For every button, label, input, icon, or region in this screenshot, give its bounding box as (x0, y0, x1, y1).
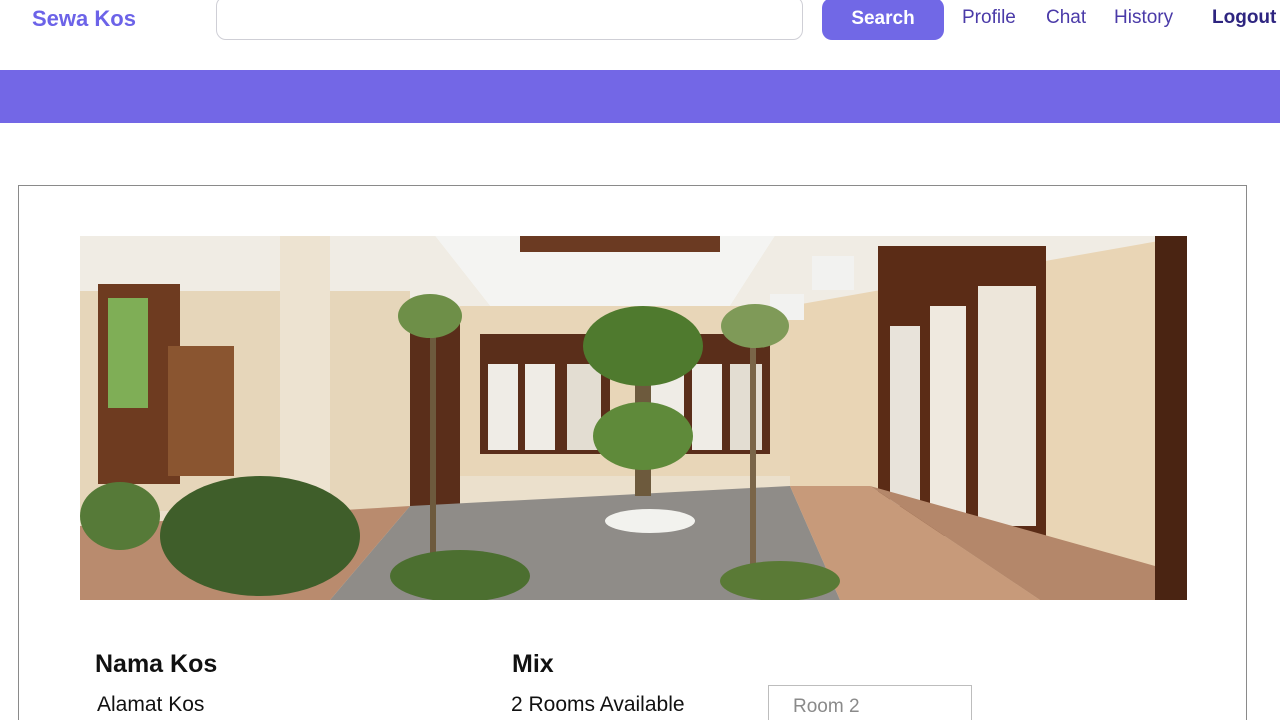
nav-history-link[interactable]: History (1114, 7, 1173, 29)
kos-address: Alamat Kos (97, 693, 205, 716)
rooms-available: 2 Rooms Available (511, 693, 685, 716)
kos-type: Mix (512, 650, 554, 678)
top-navbar: Sewa Kos Search Profile Chat History Log… (0, 0, 1280, 40)
room-select[interactable]: Room 2 (768, 685, 972, 720)
brand-logo[interactable]: Sewa Kos (32, 6, 136, 32)
nav-chat-link[interactable]: Chat (1046, 7, 1086, 29)
kos-name: Nama Kos (95, 650, 218, 678)
header-banner (0, 70, 1280, 123)
search-input[interactable] (216, 0, 803, 40)
nav-logout-link[interactable]: Logout (1212, 7, 1276, 29)
kos-listing-card: Nama Kos Alamat Kos Mix 2 Rooms Availabl… (18, 185, 1247, 720)
nav-profile-link[interactable]: Profile (962, 7, 1016, 29)
search-button[interactable]: Search (822, 0, 944, 40)
kos-courtyard-photo (80, 236, 1187, 600)
